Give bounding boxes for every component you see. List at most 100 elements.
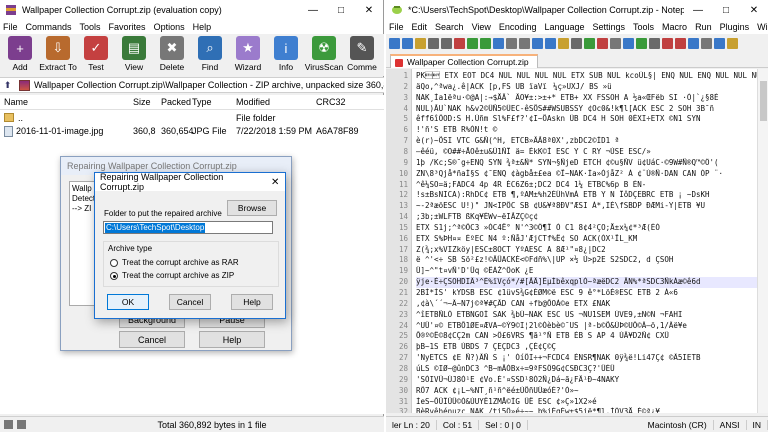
menu-item-window[interactable]: Window — [757, 22, 768, 32]
menu-item-file[interactable]: File — [389, 22, 404, 32]
column-modified[interactable]: Modified — [236, 97, 270, 107]
browse-button[interactable]: Browse — [227, 200, 277, 216]
code-line[interactable]: ^ê¼SO=ä;FADC4 4p 4R ÉC6Z6±;DC2 DC4 1¼ ET… — [416, 180, 760, 191]
paste-icon[interactable] — [506, 37, 517, 49]
show-all-chars-icon[interactable] — [636, 37, 647, 49]
folder-path-input[interactable]: C:\Users\TechSpot\Desktop — [103, 221, 273, 234]
toolbar-comme-button[interactable]: ✎ Comme — [344, 34, 380, 76]
scroll-thumb[interactable] — [760, 81, 767, 121]
indent-guide-icon[interactable] — [649, 37, 660, 49]
code-line[interactable]: NUL)ÃU`NAK h&v2©ÜÑ5©ÜEC-êSÕS##WSUBSSY ¢O… — [416, 104, 760, 115]
menu-item-file[interactable]: File — [3, 22, 18, 32]
up-folder-icon[interactable]: ⬆ — [0, 78, 15, 92]
radio-zip[interactable] — [110, 272, 118, 280]
code-line[interactable]: Z(¾;x%VIZköy|ESC±8OCT YºAESC A 8Æ¹"¤8¿|D… — [416, 245, 760, 256]
save-macro-icon[interactable] — [714, 37, 725, 49]
code-line[interactable]: ë ^'<÷ SB Sö²£z!©ÄÛACKÉ<©Fdñ%\|UP ×½ Ù>p… — [416, 255, 760, 266]
new-file-icon[interactable] — [389, 37, 400, 49]
status-eol[interactable]: Macintosh (CR) — [642, 419, 714, 430]
code-line[interactable]: !s±BsNICA):RhDC¢ ETB ¶,ºAM±%h2ÉÜhVmÀ ETB… — [416, 190, 760, 201]
toolbar-test-button[interactable]: ✓ Test — [78, 34, 114, 76]
code-line[interactable]: þB~1S ETB ÚBDS 7 ÇEÇDC3 ,ÇÈ¢Ç©Ç — [416, 342, 760, 353]
undo-icon[interactable] — [519, 37, 530, 49]
toolbar-add-button[interactable]: + Add — [2, 34, 38, 76]
menu-item-favorites[interactable]: Favorites — [109, 22, 146, 32]
help-button[interactable]: Help — [231, 294, 273, 310]
find-icon[interactable] — [545, 37, 556, 49]
code-line[interactable]: úLS ©IØ~@ûnDC3 ^B~mÄÒBx÷=9ªFSÖ9G¢CSÐC3Ç?… — [416, 364, 760, 375]
menu-item-run[interactable]: Run — [695, 22, 712, 32]
save-icon[interactable] — [415, 37, 426, 49]
code-line[interactable]: äQo,^ªwa¿.ê|ACK [p,FS UB ïaVï¼ç»UXJ/ BS… — [416, 82, 760, 93]
menu-item-view[interactable]: View — [472, 22, 491, 32]
copy-icon[interactable] — [493, 37, 504, 49]
word-wrap-icon[interactable] — [623, 37, 634, 49]
code-line[interactable]: ,¢à\´´¬~Â~N7j©ª¥#ÇÃD CAN ÷fb@ÕOÀ©e ETX £… — [416, 299, 760, 310]
zoom-in-icon[interactable] — [571, 37, 582, 49]
drive-icon[interactable] — [4, 420, 13, 429]
help-repair-button[interactable]: Help — [199, 331, 265, 348]
option-rar-label[interactable]: Treat the corrupt archive as RAR — [122, 258, 239, 267]
sync-horizontal-icon[interactable] — [610, 37, 621, 49]
menu-item-tools[interactable]: Tools — [80, 22, 101, 32]
toolbar-virusscan-button[interactable]: ☢ VirusScan — [305, 34, 343, 76]
redo-icon[interactable] — [532, 37, 543, 49]
toolbar-delete-button[interactable]: ✖ Delete — [154, 34, 190, 76]
menu-item-macro[interactable]: Macro — [662, 22, 687, 32]
column-packed[interactable]: Packed — [161, 97, 191, 107]
menu-item-commands[interactable]: Commands — [26, 22, 72, 32]
minimize-button[interactable]: — — [684, 0, 712, 20]
zoom-out-icon[interactable] — [584, 37, 595, 49]
menu-item-help[interactable]: Help — [193, 22, 212, 32]
maximize-button[interactable]: □ — [327, 0, 355, 20]
code-line[interactable]: Õ®º©Ê©8¢CÇ2m CAN >Ö£6VRS ¶ã¹°Ñ ETB ÉB S … — [416, 331, 760, 342]
address-bar[interactable]: ⬆ Wallpaper Collection Corrupt.zip\Wallp… — [0, 77, 384, 93]
code-line[interactable]: NAK¸Ìa1ëªu·©@A|:→$ÅÄ` ÄO¥±:>±+* ETB+ XX … — [416, 93, 760, 104]
cancel-button[interactable]: Cancel — [169, 294, 211, 310]
menu-item-encoding[interactable]: Encoding — [499, 22, 537, 32]
column-name[interactable]: Name — [4, 97, 28, 107]
radio-rar[interactable] — [110, 259, 118, 267]
menu-item-plugins[interactable]: Plugins — [720, 22, 750, 32]
run-macro-multiple-icon[interactable] — [701, 37, 712, 49]
menu-item-language[interactable]: Language — [544, 22, 584, 32]
doc-map-icon[interactable] — [727, 37, 738, 49]
table-row[interactable]: 2016-11-01-image.jpg 360,8 360,654 JPG F… — [0, 125, 384, 138]
menu-item-options[interactable]: Options — [154, 22, 185, 32]
column-type[interactable]: Type — [192, 97, 212, 107]
play-macro-icon[interactable] — [688, 37, 699, 49]
toolbar-info-button[interactable]: i Info — [268, 34, 304, 76]
code-line[interactable]: RÔ7 ACK ¢¡L~%NT¸ñ¹ñ^ëé±ÙÕñUÜæóÈ?'Ò»~ — [416, 386, 760, 397]
record-macro-icon[interactable] — [662, 37, 673, 49]
close-all-icon[interactable] — [454, 37, 465, 49]
code-line[interactable]: ZN\8³Qjå*ñaÍ§S ¢¯ENQ ¢àgbå±£ea ©Ï~NAK·Ìa… — [416, 169, 760, 180]
menu-item-settings[interactable]: Settings — [593, 22, 626, 32]
close-button[interactable]: ✕ — [740, 0, 768, 20]
close-file-icon[interactable] — [441, 37, 452, 49]
vertical-scrollbar[interactable] — [757, 69, 768, 413]
code-line[interactable]: –êéü, ©O##÷ÅOê±u&Ü1ÑÎ ä= ÉkK©Ì ESC Y C R… — [416, 147, 760, 158]
code-line[interactable]: ~-2ªæõESC U!)" JN<IPÔC SB ¢U&¥ª8ÐV"ÆSI Á… — [416, 201, 760, 212]
code-line[interactable]: ^îETBÑLÒ ETBNGOÍ SAK ¾bÜ~NAK ESC US ¬NU1… — [416, 310, 760, 321]
sync-vertical-icon[interactable] — [597, 37, 608, 49]
key-icon[interactable] — [17, 420, 26, 429]
close-icon[interactable]: ✕ — [266, 177, 286, 188]
menu-item-tools[interactable]: Tools — [633, 22, 654, 32]
code-line[interactable]: 1þ /Kc;S®¯g÷ENQ SYN ¾ª±&Ñ* SYN¬§ÑjeD ETC… — [416, 158, 760, 169]
toolbar-find-button[interactable]: ⌕ Find — [192, 34, 228, 76]
replace-icon[interactable] — [558, 37, 569, 49]
code-line[interactable]: êff6îÔOD:S H.Ùñm Sl%F£f?'¢I~ÕAskn ÜB DC4… — [416, 114, 760, 125]
toolbar-view-button[interactable]: ▤ View — [116, 34, 152, 76]
maximize-button[interactable]: □ — [712, 0, 740, 20]
ok-button[interactable]: OK — [107, 294, 149, 310]
print-icon[interactable] — [467, 37, 478, 49]
save-all-icon[interactable] — [428, 37, 439, 49]
column-size[interactable]: Size — [133, 97, 151, 107]
option-zip-label[interactable]: Treat the corrupt archive as ZIP — [122, 271, 234, 280]
toolbar-wizard-button[interactable]: ★ Wizard — [230, 34, 266, 76]
code-line[interactable]: Û]~^"t¤vÑ'D'Ûq ©ÊÀŽ^ÖoK ¿E — [416, 266, 760, 277]
code-line[interactable]: ÌeS~ÕÛÎÛÛ©Ó&ÚUYÊ1ZMÅ©ÍG ÛË ESC ¢»Ç»1X2»é — [416, 397, 760, 408]
code-line[interactable]: ;3b;±WLFTB ßKq¥ÉWv~ëIÃZÇ©ç¢ — [416, 212, 760, 223]
code-line[interactable]: PK ETX EOT DC4 NUL NUL NUL NUL ETX SUB… — [416, 71, 760, 82]
tab-wallpaper-zip[interactable]: Wallpaper Collection Corrupt.zip — [390, 54, 538, 68]
